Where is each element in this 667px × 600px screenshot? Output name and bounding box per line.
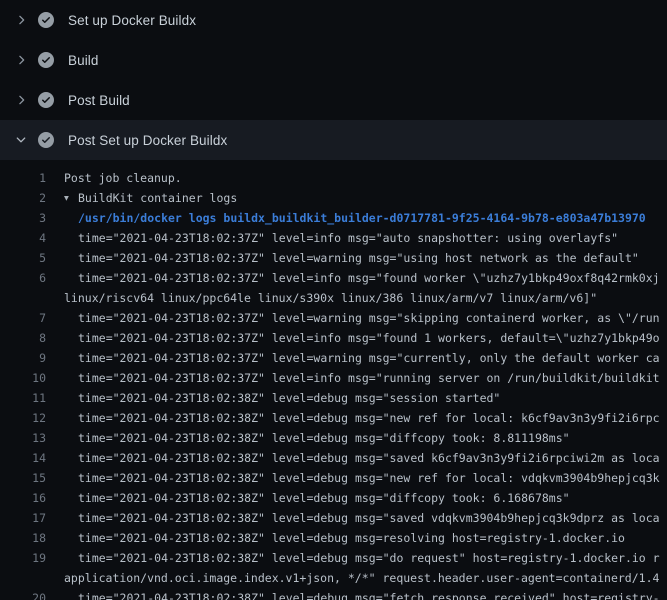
log-line-text: time="2021-04-23T18:02:38Z" level=debug … [46,408,660,428]
log-line-number[interactable]: 1 [0,168,46,188]
log-line-text: time="2021-04-23T18:02:37Z" level=warnin… [46,348,660,368]
chevron-right-icon [13,52,29,68]
log-line-text: time="2021-04-23T18:02:38Z" level=debug … [46,388,500,408]
log-line-text: time="2021-04-23T18:02:37Z" level=info m… [46,328,660,348]
log-line-number[interactable]: 13 [0,428,46,448]
log-area: 1 Post job cleanup. 2 ▼BuildKit containe… [0,160,667,600]
log-row: 15 time="2021-04-23T18:02:38Z" level=deb… [0,468,667,488]
log-row: 12 time="2021-04-23T18:02:38Z" level=deb… [0,408,667,428]
step-header[interactable]: Post Build [0,80,667,120]
log-line-text: time="2021-04-23T18:02:37Z" level=info m… [46,228,618,248]
log-row: 16 time="2021-04-23T18:02:38Z" level=deb… [0,488,667,508]
log-line-text: time="2021-04-23T18:02:37Z" level=warnin… [46,248,639,268]
log-row: 4 time="2021-04-23T18:02:37Z" level=info… [0,228,667,248]
log-line-number[interactable]: 3 [0,208,46,228]
triangle-down-icon[interactable]: ▼ [64,189,78,209]
log-line-text: time="2021-04-23T18:02:38Z" level=debug … [46,528,625,548]
log-row: 5 time="2021-04-23T18:02:37Z" level=warn… [0,248,667,268]
log-line-number[interactable]: 10 [0,368,46,388]
log-line-text: time="2021-04-23T18:02:38Z" level=debug … [46,508,660,528]
log-line-number[interactable]: 17 [0,508,46,528]
check-circle-icon [38,52,54,68]
step-header[interactable]: Set up Docker Buildx [0,0,667,40]
log-line-number[interactable]: 16 [0,488,46,508]
log-line-number[interactable]: 9 [0,348,46,368]
log-row: 1 Post job cleanup. [0,168,667,188]
log-row: 13 time="2021-04-23T18:02:38Z" level=deb… [0,428,667,448]
log-line-text: time="2021-04-23T18:02:38Z" level=debug … [46,468,660,488]
log-line-number[interactable]: 5 [0,248,46,268]
log-line-text: time="2021-04-23T18:02:37Z" level=warnin… [46,308,660,328]
step-label: Post Set up Docker Buildx [68,133,227,148]
log-row: 3 /usr/bin/docker logs buildx_buildkit_b… [0,208,667,228]
log-line-number[interactable]: 12 [0,408,46,428]
log-line-number[interactable]: 11 [0,388,46,408]
log-row: 17 time="2021-04-23T18:02:38Z" level=deb… [0,508,667,528]
log-line-text: time="2021-04-23T18:02:38Z" level=debug … [46,428,570,448]
log-row: 18 time="2021-04-23T18:02:38Z" level=deb… [0,528,667,548]
log-line-number[interactable]: 15 [0,468,46,488]
log-line-number[interactable]: 14 [0,448,46,468]
log-row: 11 time="2021-04-23T18:02:38Z" level=deb… [0,388,667,408]
log-line-text: time="2021-04-23T18:02:38Z" level=debug … [46,448,660,468]
log-line-number [0,568,46,588]
log-line-text: linux/riscv64 linux/ppc64le linux/s390x … [46,288,597,308]
chevron-down-icon [13,132,29,148]
workflow-log-viewer: Set up Docker Buildx Build Post Build Po… [0,0,667,600]
step-label: Set up Docker Buildx [68,13,196,28]
check-circle-icon [38,132,54,148]
log-row: application/vnd.oci.image.index.v1+json,… [0,568,667,588]
log-line-number[interactable]: 4 [0,228,46,248]
log-row: 6 time="2021-04-23T18:02:37Z" level=info… [0,268,667,288]
log-line-text: application/vnd.oci.image.index.v1+json,… [46,568,659,588]
log-row: linux/riscv64 linux/ppc64le linux/s390x … [0,288,667,308]
log-line-number[interactable]: 6 [0,268,46,288]
step-label: Post Build [68,93,130,108]
log-line-number [0,288,46,308]
step-label: Build [68,53,99,68]
log-line-text: /usr/bin/docker logs buildx_buildkit_bui… [46,208,646,228]
log-line-text: time="2021-04-23T18:02:38Z" level=debug … [46,588,660,600]
log-line-number[interactable]: 2 [0,188,46,208]
log-row: 20 time="2021-04-23T18:02:38Z" level=deb… [0,588,667,600]
log-line-number[interactable]: 18 [0,528,46,548]
log-line-number[interactable]: 7 [0,308,46,328]
log-line-number[interactable]: 8 [0,328,46,348]
check-circle-icon [38,12,54,28]
log-line-text: time="2021-04-23T18:02:37Z" level=info m… [46,368,660,388]
log-line-text: time="2021-04-23T18:02:38Z" level=debug … [46,488,570,508]
log-row: 9 time="2021-04-23T18:02:37Z" level=warn… [0,348,667,368]
log-line-number[interactable]: 19 [0,548,46,568]
log-line-number[interactable]: 20 [0,588,46,600]
log-row: 2 ▼BuildKit container logs [0,188,667,208]
chevron-right-icon [13,12,29,28]
log-row: 7 time="2021-04-23T18:02:37Z" level=warn… [0,308,667,328]
check-circle-icon [38,92,54,108]
log-row: 8 time="2021-04-23T18:02:37Z" level=info… [0,328,667,348]
step-header[interactable]: Post Set up Docker Buildx [0,120,667,160]
log-row: 19 time="2021-04-23T18:02:38Z" level=deb… [0,548,667,568]
log-line-text: time="2021-04-23T18:02:38Z" level=debug … [46,548,660,568]
log-line-text: time="2021-04-23T18:02:37Z" level=info m… [46,268,660,288]
log-row: 10 time="2021-04-23T18:02:37Z" level=inf… [0,368,667,388]
log-row: 14 time="2021-04-23T18:02:38Z" level=deb… [0,448,667,468]
log-line-text: ▼BuildKit container logs [46,188,237,208]
step-list: Set up Docker Buildx Build Post Build Po… [0,0,667,160]
step-header[interactable]: Build [0,40,667,80]
log-line-text: Post job cleanup. [46,168,182,188]
group-title[interactable]: BuildKit container logs [78,191,237,205]
chevron-right-icon [13,92,29,108]
